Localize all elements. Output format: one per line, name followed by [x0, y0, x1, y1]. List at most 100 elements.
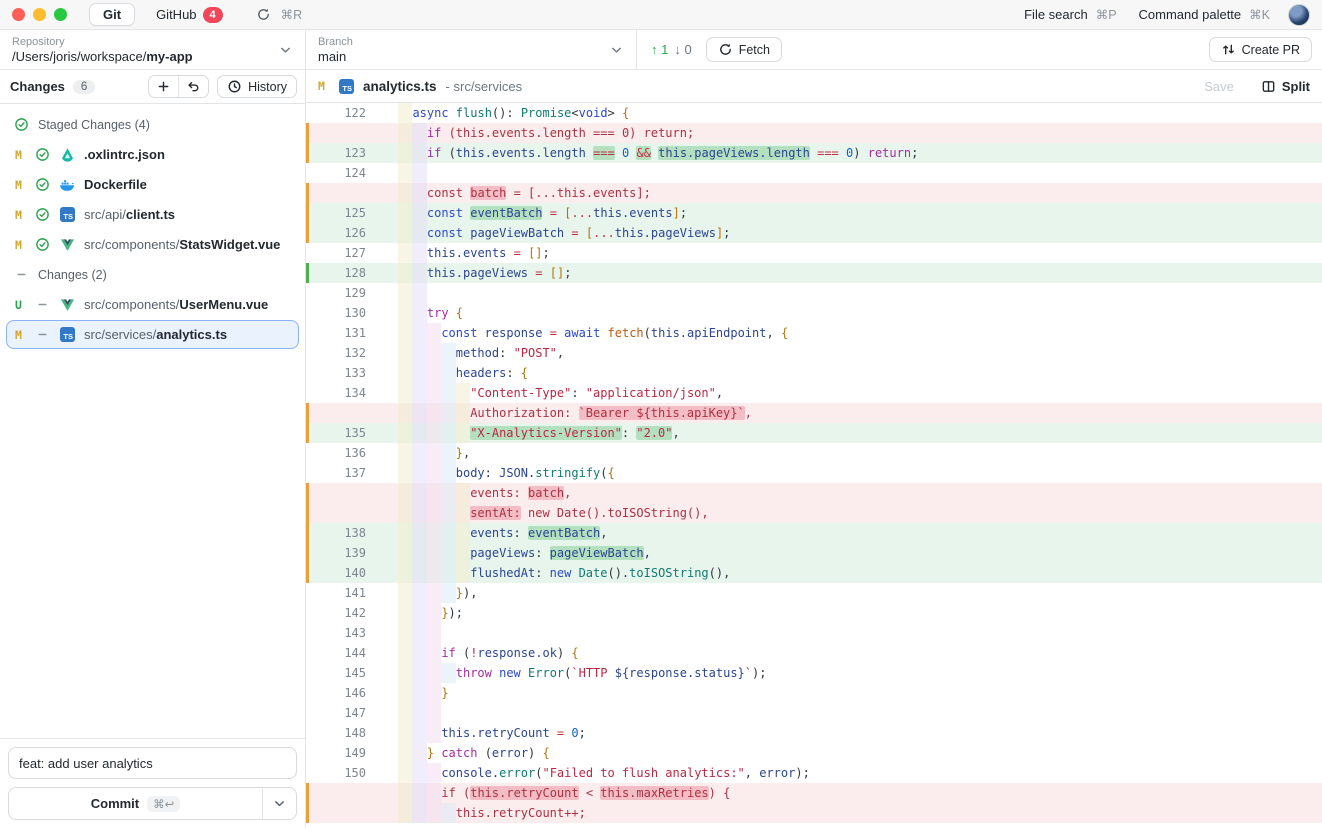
- file-row-UserMenu.vue[interactable]: Usrc/components/UserMenu.vue: [6, 290, 299, 319]
- indent-guide: [441, 343, 455, 363]
- repo-toolbar: Repository /Users/joris/workspace/my-app…: [0, 30, 1322, 70]
- file-status-badge: M: [15, 238, 26, 252]
- indent-guide: [427, 623, 441, 643]
- command-palette-button[interactable]: Command palette: [1139, 7, 1242, 22]
- code-text: method: "POST",: [372, 343, 1322, 363]
- indent-guide: [427, 763, 441, 783]
- code-text: try {: [372, 303, 1322, 323]
- hunk-marker: [306, 783, 309, 803]
- line-number: 124: [306, 163, 372, 183]
- indent-guide: [427, 683, 441, 703]
- avatar[interactable]: [1288, 4, 1310, 26]
- hunk-marker: [306, 123, 309, 143]
- indent-guide: [412, 303, 426, 323]
- indent-guide: [441, 583, 455, 603]
- commit-button[interactable]: Commit ⌘↩: [9, 788, 262, 819]
- indent-guide: [456, 403, 470, 423]
- section-header[interactable]: Changes (2): [0, 260, 305, 289]
- diff-line-146: 146}: [306, 683, 1322, 703]
- code-text: [372, 703, 1322, 723]
- indent-guide: [412, 503, 426, 523]
- tab-git-label: Git: [103, 7, 121, 22]
- diff-line-138: 138events: eventBatch,: [306, 523, 1322, 543]
- indent-guide: [456, 383, 470, 403]
- file-row-Dockerfile[interactable]: MDockerfile: [6, 170, 299, 199]
- indent-guide: [427, 503, 441, 523]
- indent-guide: [398, 583, 412, 603]
- code-text: this.retryCount++;: [372, 803, 1322, 823]
- indent-guide: [398, 663, 412, 683]
- window-controls[interactable]: [12, 8, 67, 21]
- indent-guide: [412, 363, 426, 383]
- indent-guide: [398, 683, 412, 703]
- indent-guide: [412, 203, 426, 223]
- save-button[interactable]: Save: [1204, 79, 1234, 94]
- code-text: "Content-Type": "application/json",: [372, 383, 1322, 403]
- zoom-window-button[interactable]: [54, 8, 67, 21]
- indent-guide: [427, 423, 441, 443]
- repository-path: /Users/joris/workspace/my-app: [12, 49, 293, 65]
- indent-guide: [456, 423, 470, 443]
- diff-line-125: 125const eventBatch = [...this.events];: [306, 203, 1322, 223]
- file-row-StatsWidget.vue[interactable]: Msrc/components/StatsWidget.vue: [6, 230, 299, 259]
- indent-guide: [427, 643, 441, 663]
- hunk-marker: [306, 623, 309, 643]
- refresh-icon[interactable]: [254, 5, 273, 24]
- line-number: 125: [306, 203, 372, 223]
- line-number: 145: [306, 663, 372, 683]
- hunk-marker: [306, 243, 309, 263]
- diff-line-149: 149} catch (error) {: [306, 743, 1322, 763]
- tab-github[interactable]: GitHub 4: [143, 4, 236, 26]
- code-text: [372, 283, 1322, 303]
- indent-guide: [412, 563, 426, 583]
- history-button[interactable]: History: [217, 75, 297, 98]
- indent-guide: [412, 463, 426, 483]
- file-row-.oxlintrc.json[interactable]: M.oxlintrc.json: [6, 140, 299, 169]
- indent-guide: [412, 703, 426, 723]
- line-number: 129: [306, 283, 372, 303]
- add-file-button[interactable]: [149, 76, 178, 97]
- hunk-marker: [306, 483, 309, 503]
- repository-selector[interactable]: Repository /Users/joris/workspace/my-app: [0, 30, 306, 69]
- hunk-marker: [306, 523, 309, 543]
- indent-guide: [427, 343, 441, 363]
- indent-guide: [398, 323, 412, 343]
- file-row-client.ts[interactable]: MTSsrc/api/client.ts: [6, 200, 299, 229]
- indent-guide: [427, 523, 441, 543]
- commit-message-input[interactable]: [8, 747, 297, 779]
- code-text: const response = await fetch(this.apiEnd…: [372, 323, 1322, 343]
- diff-code[interactable]: 122async flush(): Promise<void> {if (thi…: [306, 103, 1322, 828]
- section-header[interactable]: Staged Changes (4): [0, 110, 305, 139]
- hunk-marker: [306, 183, 309, 203]
- indent-guide: [456, 563, 470, 583]
- tab-git[interactable]: Git: [89, 3, 135, 26]
- file-status-badge: M: [15, 148, 26, 162]
- branch-selector[interactable]: Branch main: [306, 30, 637, 69]
- create-pr-button[interactable]: Create PR: [1209, 37, 1312, 62]
- diff-line-140: 140flushedAt: new Date().toISOString(),: [306, 563, 1322, 583]
- stage-actions: [148, 75, 209, 98]
- file-row-analytics.ts[interactable]: MTSsrc/services/analytics.ts: [6, 320, 299, 349]
- file-search-button[interactable]: File search: [1024, 7, 1088, 22]
- hunk-marker: [306, 143, 309, 163]
- diff-filepath: - src/services: [446, 79, 523, 94]
- fetch-button[interactable]: Fetch: [706, 37, 782, 62]
- undo-button[interactable]: [178, 76, 208, 97]
- vue-icon: [59, 297, 75, 313]
- titlebar: Git GitHub 4 ⌘R File search ⌘P Command p…: [0, 0, 1322, 30]
- indent-guide: [398, 163, 412, 183]
- split-view-button[interactable]: Split: [1261, 79, 1310, 94]
- line-number: [306, 783, 372, 803]
- hunk-marker: [306, 683, 309, 703]
- minimize-window-button[interactable]: [33, 8, 46, 21]
- commit-options-button[interactable]: [262, 788, 296, 819]
- diff-line-141: 141}),: [306, 583, 1322, 603]
- hunk-marker: [306, 263, 309, 283]
- diff-line-128: 128this.pageViews = [];: [306, 263, 1322, 283]
- indent-guide: [398, 703, 412, 723]
- history-clock-icon: [227, 79, 242, 94]
- close-window-button[interactable]: [12, 8, 25, 21]
- hunk-marker: [306, 603, 309, 623]
- hunk-marker: [306, 563, 309, 583]
- hunk-marker: [306, 423, 309, 443]
